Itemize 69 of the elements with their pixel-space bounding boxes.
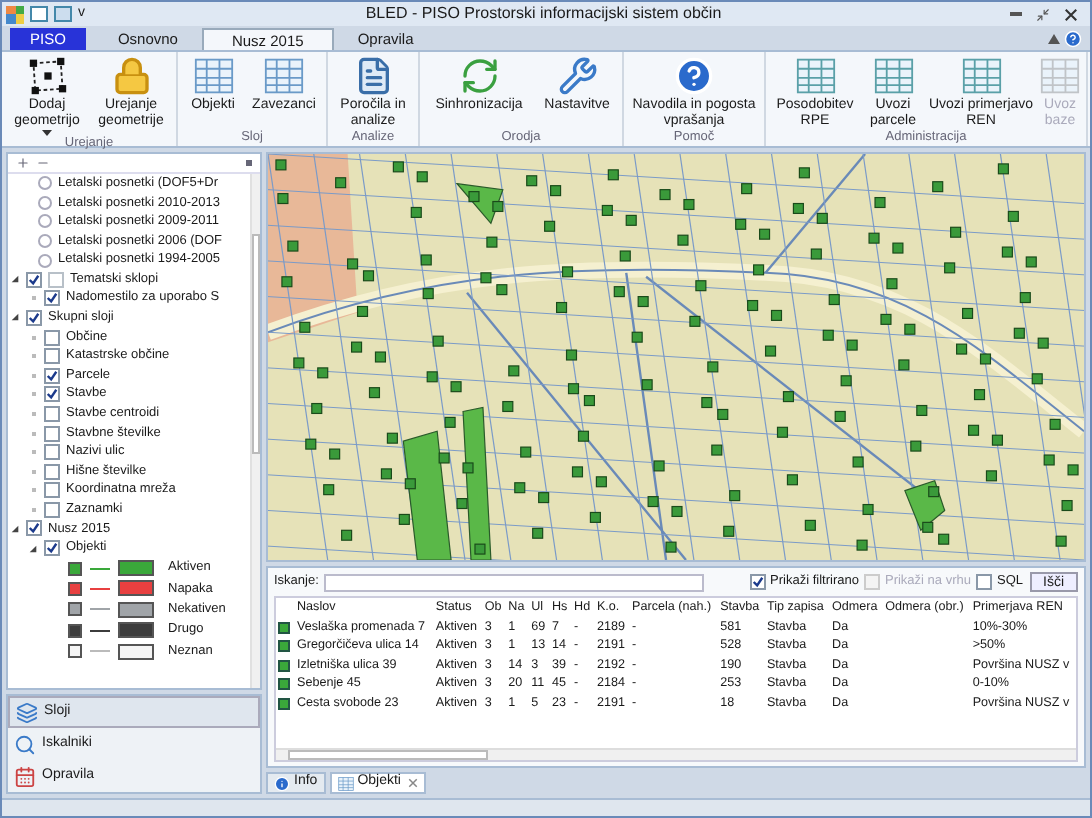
checkbox[interactable] [44,444,60,461]
padlock-icon [111,56,151,96]
legend-swatch [118,580,154,597]
checkbox[interactable] [44,463,60,480]
legend-line [90,629,110,632]
calendar-icon [14,765,36,787]
table-import-icon [1040,56,1080,96]
checkmark-icon [752,576,765,588]
search-icon [14,733,36,755]
collapse-ribbon-icon[interactable] [1048,34,1060,44]
legend-swatch [118,601,154,618]
collapse-all-icon[interactable] [36,156,50,170]
horizontal-scrollbar[interactable] [276,748,1076,760]
checkbox[interactable] [26,520,42,537]
node-shape-icon [27,56,67,96]
radio-button[interactable] [38,195,52,210]
radio-button[interactable] [38,253,52,268]
cadastral-map-drawing[interactable] [268,154,1084,560]
expanded-arrow-icon[interactable] [10,523,20,534]
legend-line [90,587,110,590]
table-icon [264,56,304,96]
legend-line [90,567,110,570]
table-import-icon [795,56,835,96]
help-icon [674,56,714,96]
checkbox[interactable] [44,348,60,365]
table-import-icon [961,56,1001,96]
table-icon [193,56,233,96]
help-icon[interactable] [1064,30,1082,48]
checkbox[interactable] [44,425,60,442]
radio-button[interactable] [38,214,52,229]
close-icon[interactable] [1064,7,1078,21]
checkbox[interactable] [44,367,60,384]
legend-line [90,650,110,653]
checkbox[interactable] [26,309,42,326]
legend-swatch [118,643,154,660]
expand-all-icon[interactable] [16,156,30,170]
checkbox[interactable] [44,540,60,557]
wrench-icon [557,56,597,96]
restore-icon[interactable] [1036,7,1050,21]
legend-line [90,608,110,611]
expanded-arrow-icon[interactable] [10,274,20,285]
checkbox[interactable] [44,290,60,307]
search-field[interactable] [324,573,705,591]
scrollbar[interactable] [250,174,260,688]
table-icon [337,775,354,791]
window-title: BLED - PISO Prostorski informacijski sistem občin [363,2,724,26]
checkbox[interactable] [976,574,993,590]
sync-icon [459,56,499,96]
checkbox[interactable] [26,271,42,288]
report-icon [353,56,393,96]
table-import-icon [873,56,913,96]
info-icon [274,775,290,791]
expanded-arrow-icon[interactable] [10,312,20,323]
radio-button[interactable] [38,234,52,249]
dropdown-caret-icon[interactable] [42,130,52,136]
folder-box-icon [48,271,64,288]
app-logo-icon [6,5,24,23]
checkbox[interactable] [44,501,60,518]
checkbox[interactable] [44,405,60,422]
checkbox[interactable] [44,386,60,403]
checkbox[interactable] [44,482,60,499]
expanded-arrow-icon[interactable] [28,543,38,554]
checkbox[interactable] [750,574,767,590]
legend-swatch [118,560,154,577]
close-tab-icon[interactable] [408,778,419,788]
legend-swatch [118,622,154,639]
radio-button[interactable] [38,176,52,191]
checkbox[interactable] [44,329,60,346]
layers-icon [16,701,38,723]
